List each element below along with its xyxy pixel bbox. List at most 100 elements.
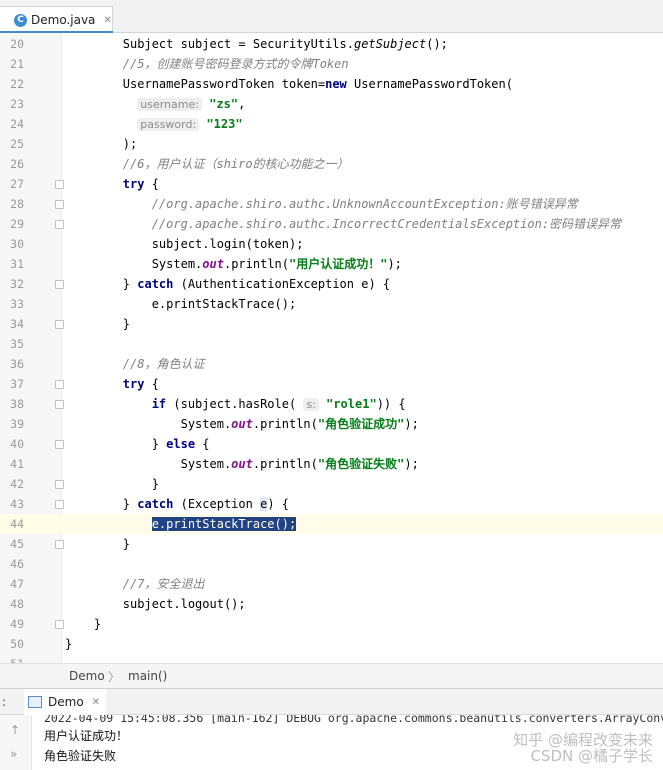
line-number[interactable]: 43 (0, 494, 24, 514)
fold-marker-icon[interactable] (55, 200, 64, 209)
code-line[interactable]: 49 } (0, 614, 663, 634)
code-text: e.printStackTrace(); (65, 294, 297, 314)
code-line[interactable]: 36 //8，角色认证 (0, 354, 663, 374)
code-line[interactable]: 24 password: "123" (0, 114, 663, 134)
line-number[interactable]: 37 (0, 374, 24, 394)
code-line[interactable]: 51 (0, 654, 663, 663)
code-line[interactable]: 21 //5，创建账号密码登录方式的令牌Token (0, 54, 663, 74)
code-token: ); (65, 137, 138, 151)
line-number[interactable]: 20 (0, 34, 24, 54)
code-line[interactable]: 28 //org.apache.shiro.authc.UnknownAccou… (0, 194, 663, 214)
fold-marker-icon[interactable] (55, 400, 64, 409)
code-line[interactable]: 44 e.printStackTrace(); (0, 514, 663, 534)
line-number[interactable]: 42 (0, 474, 24, 494)
code-line[interactable]: 32 } catch (AuthenticationException e) { (0, 274, 663, 294)
code-line[interactable]: 37 try { (0, 374, 663, 394)
fold-marker-icon[interactable] (55, 320, 64, 329)
line-number[interactable]: 48 (0, 594, 24, 614)
code-line[interactable]: 43 } catch (Exception e) { (0, 494, 663, 514)
line-number[interactable]: 40 (0, 434, 24, 454)
more-tools-icon[interactable]: » (10, 747, 17, 761)
code-line[interactable]: 38 if (subject.hasRole( s: "role1")) { (0, 394, 663, 414)
code-text: try { (65, 174, 159, 194)
close-tab-icon[interactable]: ✕ (103, 15, 111, 26)
code-token: } (65, 477, 159, 491)
run-tab-demo[interactable]: Demo ✕ (24, 689, 106, 715)
line-number[interactable]: 23 (0, 94, 24, 114)
scroll-up-icon[interactable]: ↑ (10, 723, 20, 737)
code-comment: //8，角色认证 (122, 357, 205, 371)
fold-marker-icon[interactable] (55, 540, 64, 549)
code-line[interactable]: 48 subject.logout(); (0, 594, 663, 614)
code-line[interactable]: 40 } else { (0, 434, 663, 454)
line-number[interactable]: 27 (0, 174, 24, 194)
fold-marker-icon[interactable] (55, 180, 64, 189)
line-number[interactable]: 39 (0, 414, 24, 434)
code-text: } (65, 474, 159, 494)
keyword: new (325, 77, 347, 91)
fold-marker-icon[interactable] (55, 220, 64, 229)
code-line[interactable]: 45 } (0, 534, 663, 554)
line-number[interactable]: 28 (0, 194, 24, 214)
line-number[interactable]: 45 (0, 534, 24, 554)
line-number[interactable]: 41 (0, 454, 24, 474)
line-number[interactable]: 47 (0, 574, 24, 594)
fold-marker-icon[interactable] (55, 480, 64, 489)
line-number[interactable]: 22 (0, 74, 24, 94)
line-number[interactable]: 26 (0, 154, 24, 174)
close-run-tab-icon[interactable]: ✕ (92, 697, 100, 708)
line-number[interactable]: 44 (0, 514, 24, 534)
code-token: } (65, 497, 138, 511)
fold-marker-icon[interactable] (55, 440, 64, 449)
line-number[interactable]: 34 (0, 314, 24, 334)
line-number[interactable]: 30 (0, 234, 24, 254)
line-number[interactable]: 38 (0, 394, 24, 414)
code-line[interactable]: 39 System.out.println("角色验证成功"); (0, 414, 663, 434)
code-line[interactable]: 22 UsernamePasswordToken token=new Usern… (0, 74, 663, 94)
code-token: { (144, 177, 159, 191)
code-line[interactable]: 30 subject.login(token); (0, 234, 663, 254)
code-line[interactable]: 34 } (0, 314, 663, 334)
line-number[interactable]: 36 (0, 354, 24, 374)
code-text: UsernamePasswordToken token=new Username… (65, 74, 513, 94)
code-line[interactable]: 31 System.out.println("用户认证成功！"); (0, 254, 663, 274)
keyword: catch (137, 277, 174, 291)
code-line[interactable]: 25 ); (0, 134, 663, 154)
code-line[interactable]: 29 //org.apache.shiro.authc.IncorrectCre… (0, 214, 663, 234)
tab-demo-java[interactable]: C Demo.java ✕ (0, 6, 113, 33)
fold-marker-icon[interactable] (55, 500, 64, 509)
code-line[interactable]: 35 (0, 334, 663, 354)
line-number[interactable]: 29 (0, 214, 24, 234)
line-number[interactable]: 33 (0, 294, 24, 314)
line-number[interactable]: 50 (0, 634, 24, 654)
line-number[interactable]: 51 (0, 654, 24, 663)
breadcrumb-method[interactable]: main() (128, 669, 167, 683)
string-literal: "角色验证失败" (317, 457, 405, 471)
line-number[interactable]: 49 (0, 614, 24, 634)
code-line[interactable]: 46 (0, 554, 663, 574)
line-number[interactable]: 32 (0, 274, 24, 294)
line-number[interactable]: 46 (0, 554, 24, 574)
code-line[interactable]: 42 } (0, 474, 663, 494)
code-line[interactable]: 20 Subject subject = SecurityUtils.getSu… (0, 34, 663, 54)
code-line[interactable]: 41 System.out.println("角色验证失败"); (0, 454, 663, 474)
code-line[interactable]: 27 try { (0, 174, 663, 194)
line-number[interactable]: 24 (0, 114, 24, 134)
code-line[interactable]: 50} (0, 634, 663, 654)
fold-marker-icon[interactable] (55, 620, 64, 629)
code-line[interactable]: 33 e.printStackTrace(); (0, 294, 663, 314)
code-editor[interactable]: 20 Subject subject = SecurityUtils.getSu… (0, 33, 663, 663)
code-text: e.printStackTrace(); (65, 514, 297, 534)
line-number[interactable]: 25 (0, 134, 24, 154)
code-token: } (65, 277, 138, 291)
line-number[interactable]: 21 (0, 54, 24, 74)
code-line[interactable]: 26 //6，用户认证（shiro的核心功能之一） (0, 154, 663, 174)
line-number[interactable]: 31 (0, 254, 24, 274)
code-line[interactable]: 23 username: "zs", (0, 94, 663, 114)
fold-marker-icon[interactable] (55, 380, 64, 389)
breadcrumb-class[interactable]: Demo (69, 669, 105, 683)
line-number[interactable]: 35 (0, 334, 24, 354)
code-line[interactable]: 47 //7，安全退出 (0, 574, 663, 594)
fold-marker-icon[interactable] (55, 280, 64, 289)
